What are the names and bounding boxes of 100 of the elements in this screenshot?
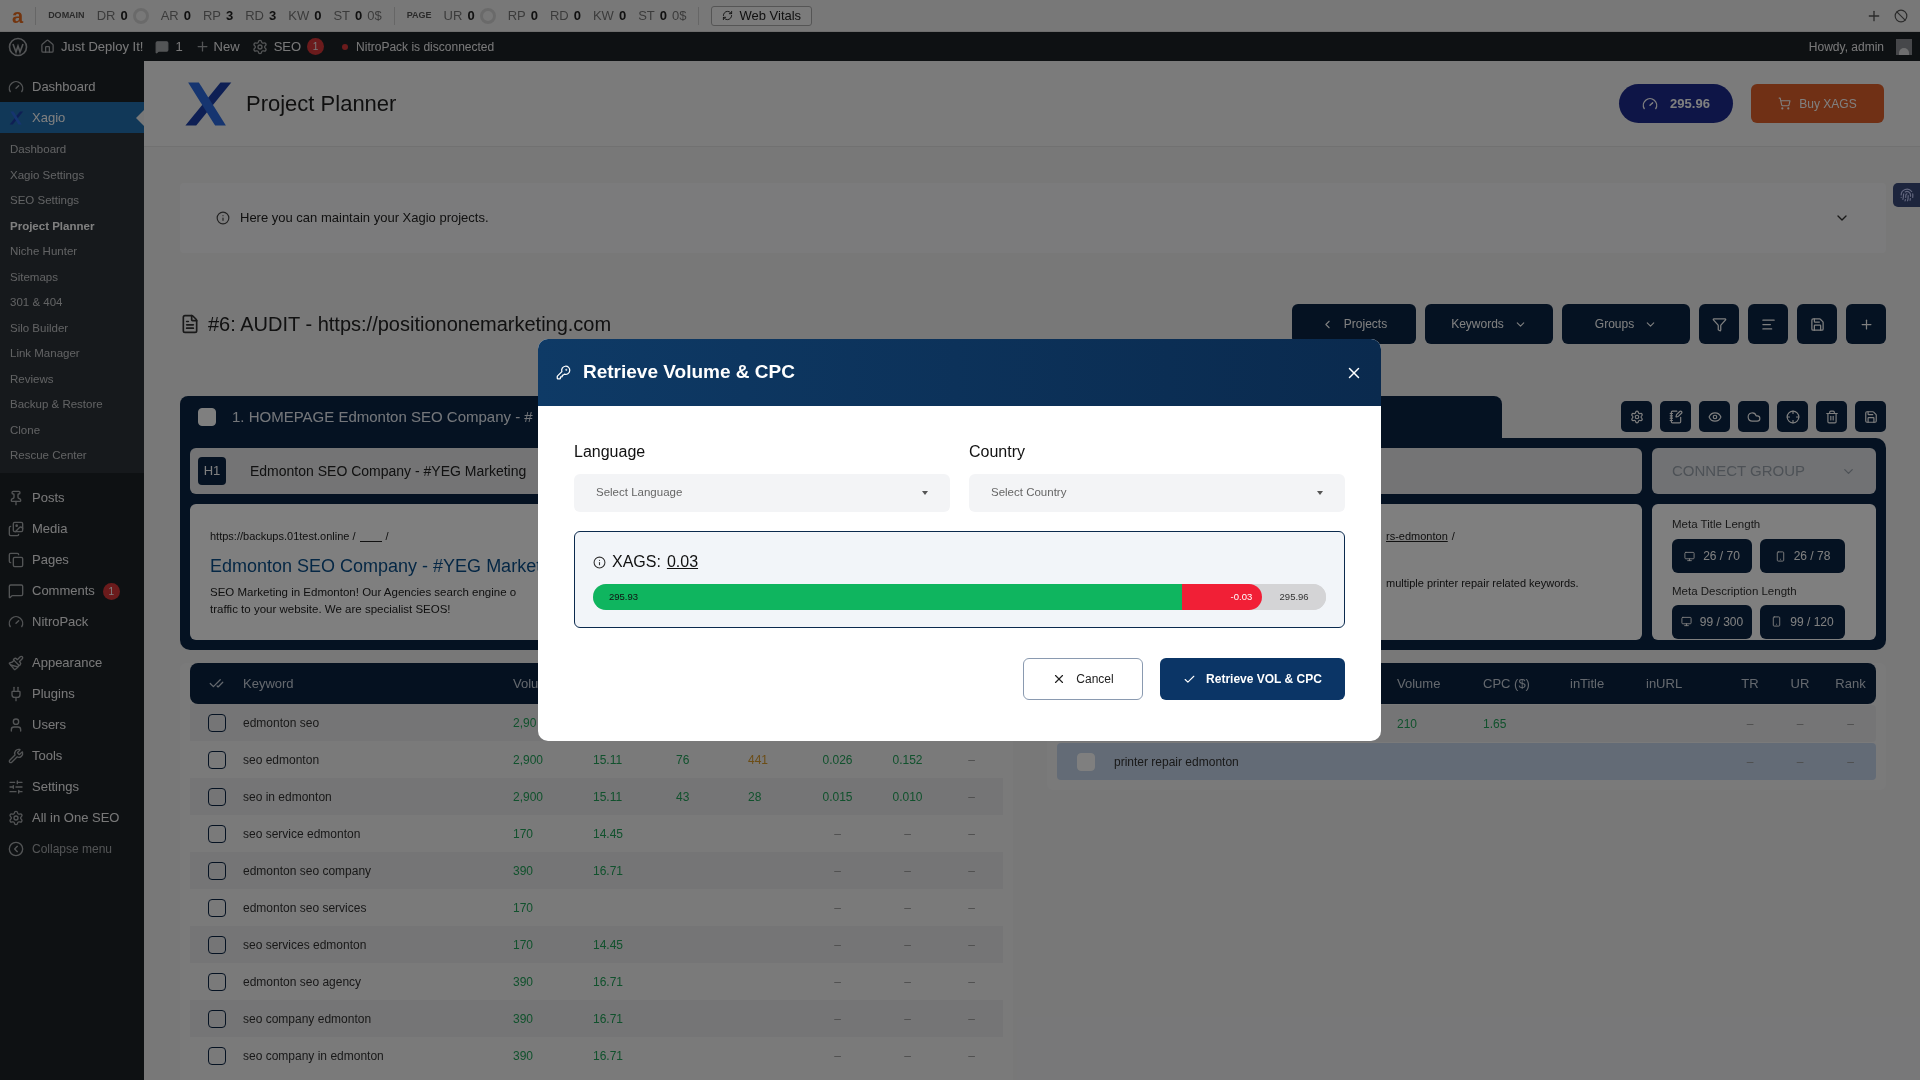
sidebar-item[interactable]: All in One SEO xyxy=(0,802,144,834)
row-checkbox[interactable] xyxy=(207,824,226,843)
sidebar-item[interactable]: Posts xyxy=(0,482,144,514)
save-button[interactable] xyxy=(1797,304,1837,344)
balance-fill: 295.93 xyxy=(593,584,1183,610)
column-header[interactable]: inURL xyxy=(1646,673,1725,694)
sidebar-item[interactable]: Media xyxy=(0,513,144,545)
submenu-item[interactable]: SEO Settings xyxy=(0,188,144,214)
submenu-item[interactable]: Dashboard xyxy=(0,137,144,163)
table-row[interactable]: seo services edmonton 170 14.45 – – – xyxy=(190,926,1003,963)
note-button[interactable] xyxy=(1660,401,1691,432)
cloud-button[interactable] xyxy=(1738,401,1769,432)
table-cell: – xyxy=(834,900,841,915)
mobile-length-button[interactable]: 26 / 78 xyxy=(1760,539,1845,574)
collapse-menu-button[interactable]: Collapse menu xyxy=(0,833,144,865)
toolbar-button[interactable]: Keywords xyxy=(1425,304,1553,344)
submenu-item[interactable]: Rescue Center xyxy=(0,443,144,469)
table-row[interactable]: printer repair edmonton – – – xyxy=(1057,743,1876,780)
submenu-item[interactable]: Sitemaps xyxy=(0,264,144,290)
column-header[interactable]: Keyword xyxy=(243,673,513,694)
submenu-item[interactable]: Backup & Restore xyxy=(0,392,144,418)
table-row[interactable]: seo company edmonton 390 16.71 – – – xyxy=(190,1000,1003,1037)
row-checkbox[interactable] xyxy=(207,787,226,806)
pin-icon xyxy=(8,490,24,506)
sidebar-item[interactable]: Tools xyxy=(0,740,144,772)
target-button[interactable] xyxy=(1777,401,1808,432)
settings-button[interactable] xyxy=(1621,401,1652,432)
nitropack-notice[interactable]: NitroPack is disconnected xyxy=(356,37,495,56)
submenu-item[interactable]: Niche Hunter xyxy=(0,239,144,265)
table-row[interactable]: seo in edmonton 2,900 15.11 43 28 0.015 0.010 – xyxy=(190,778,1003,815)
comment-count[interactable]: 1 xyxy=(175,36,183,57)
balance-button[interactable]: 295.96 xyxy=(1619,84,1733,123)
eye-button[interactable] xyxy=(1699,401,1730,432)
sidebar-item[interactable]: Xagio xyxy=(0,102,144,133)
column-header[interactable]: UR xyxy=(1775,673,1825,694)
new-link[interactable]: New xyxy=(213,36,240,57)
cancel-button[interactable]: Cancel xyxy=(1023,658,1143,700)
trash-button[interactable] xyxy=(1816,401,1847,432)
sidebar-item[interactable]: Pages xyxy=(0,544,144,576)
site-name-link[interactable]: Just Deploy It! xyxy=(61,36,144,57)
table-cell: – xyxy=(968,937,975,952)
avatar-icon[interactable] xyxy=(1896,38,1912,55)
column-header[interactable]: TR xyxy=(1725,673,1775,694)
toolbar-button[interactable]: Projects xyxy=(1292,304,1416,344)
toolbar-logo[interactable]: a xyxy=(12,5,24,26)
country-select[interactable]: Select Country xyxy=(969,474,1345,512)
sidebar-item[interactable]: Users xyxy=(0,709,144,741)
column-header[interactable]: CPC ($) xyxy=(1483,673,1570,694)
submenu-item[interactable]: 301 & 404 xyxy=(0,290,144,316)
table-cell: 0.010 xyxy=(892,789,923,804)
column-header[interactable]: Volume xyxy=(1397,673,1483,694)
save-button[interactable] xyxy=(1855,401,1886,432)
submenu-item[interactable]: Silo Builder xyxy=(0,315,144,341)
sort-button[interactable] xyxy=(1748,304,1788,344)
table-cell: 0.026 xyxy=(822,752,853,767)
filter-button[interactable] xyxy=(1699,304,1739,344)
group-checkbox[interactable] xyxy=(198,408,216,426)
table-cell-text: seo in edmonton xyxy=(243,788,333,806)
row-checkbox[interactable] xyxy=(207,898,226,917)
table-cell-text: 170 xyxy=(513,825,535,843)
wordpress-logo-icon[interactable] xyxy=(8,36,28,57)
submenu-item[interactable]: Reviews xyxy=(0,366,144,392)
row-checkbox[interactable] xyxy=(207,1046,226,1065)
retrieve-button[interactable]: Retrieve VOL & CPC xyxy=(1160,658,1345,700)
sidebar-item[interactable]: Plugins xyxy=(0,678,144,710)
column-header[interactable]: Rank xyxy=(1825,673,1876,694)
submenu-item[interactable]: Link Manager xyxy=(0,341,144,367)
group-title: 1. HOMEPAGE Edmonton SEO Company - # xyxy=(232,406,533,427)
sidebar-item[interactable]: Settings xyxy=(0,771,144,803)
desktop-length-button[interactable]: 26 / 70 xyxy=(1672,539,1752,574)
submenu-item[interactable]: Clone xyxy=(0,417,144,443)
side-tab[interactable] xyxy=(1893,183,1920,207)
row-checkbox[interactable] xyxy=(207,972,226,991)
slug-link[interactable]: rs-edmonton xyxy=(1386,528,1448,545)
add-button[interactable] xyxy=(1846,304,1886,344)
seo-link[interactable]: SEO xyxy=(273,36,302,57)
table-cell-text: 2,900 xyxy=(513,751,545,769)
row-checkbox[interactable] xyxy=(207,935,226,954)
mobile-length-button[interactable]: 99 / 120 xyxy=(1760,604,1845,639)
greeting-link[interactable]: Howdy, admin xyxy=(1808,37,1884,56)
toolbar-button[interactable]: Groups xyxy=(1562,304,1690,344)
sidebar-item[interactable]: Appearance xyxy=(0,647,144,679)
disable-icon[interactable] xyxy=(1894,8,1908,23)
row-checkbox[interactable] xyxy=(207,861,226,880)
row-checkbox[interactable] xyxy=(207,750,226,769)
web-vitals-button[interactable]: Web Vitals xyxy=(711,5,813,26)
table-cell: – xyxy=(904,1048,911,1063)
row-checkbox[interactable] xyxy=(207,1009,226,1028)
row-checkbox[interactable] xyxy=(207,713,226,732)
submenu-item[interactable]: Project Planner xyxy=(0,213,144,239)
sidebar-item[interactable]: Dashboard xyxy=(0,71,144,102)
language-select[interactable]: Select Language xyxy=(574,474,950,512)
desktop-length-button[interactable]: 99 / 300 xyxy=(1672,604,1752,639)
buy-button[interactable]: Buy XAGS xyxy=(1751,84,1884,123)
table-row[interactable]: edmonton seo company 390 16.71 – – – xyxy=(190,852,1003,889)
sidebar-item[interactable]: Comments 1 xyxy=(0,575,144,607)
sidebar-item[interactable]: NitroPack xyxy=(0,606,144,638)
metric-label: RP xyxy=(507,6,526,25)
submenu-item[interactable]: Xagio Settings xyxy=(0,162,144,188)
column-header[interactable]: inTitle xyxy=(1570,673,1646,694)
